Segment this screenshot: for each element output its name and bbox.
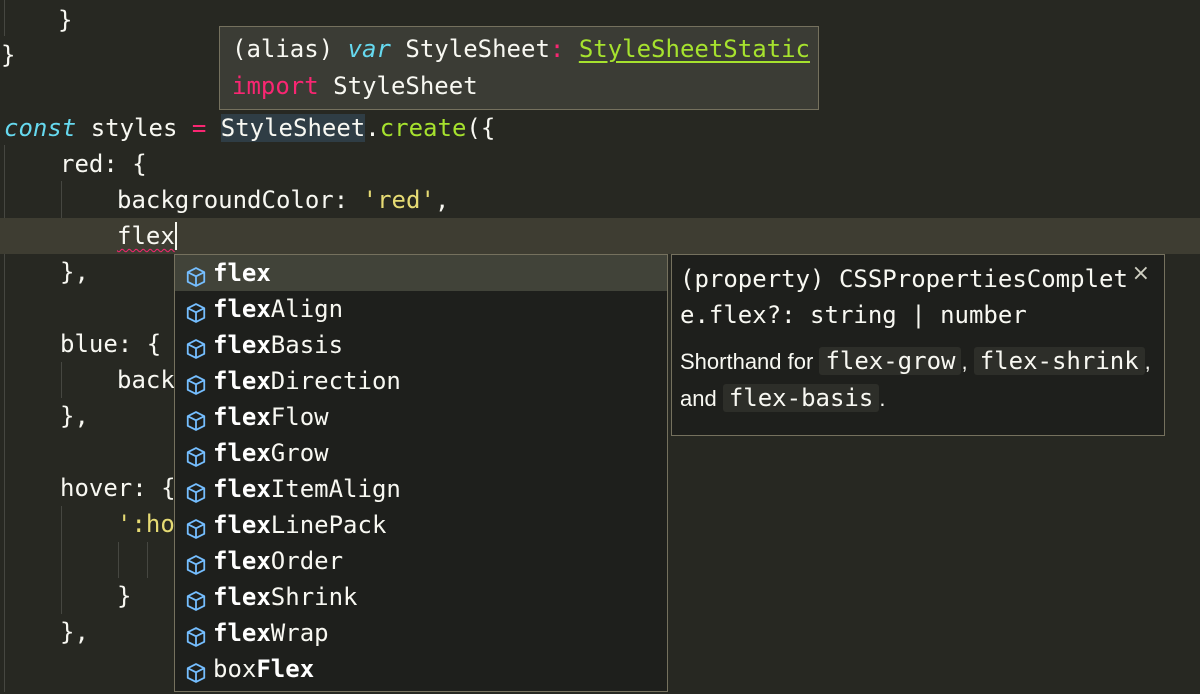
hovered-word[interactable]: StyleSheet <box>220 114 366 142</box>
text-cursor <box>174 222 177 250</box>
code-line: back <box>117 366 175 394</box>
suggestion-item[interactable]: flex Flow <box>175 399 667 435</box>
suggestion-match: flex <box>213 331 271 359</box>
suggestion-item[interactable]: flex LinePack <box>175 507 667 543</box>
suggestion-match: Flex <box>256 655 315 683</box>
close-icon[interactable]: × <box>1132 261 1150 286</box>
keyword-token: const <box>4 114 77 142</box>
code-line: red: { <box>60 150 147 178</box>
cube-icon <box>185 658 207 683</box>
code-line: }, <box>60 258 89 286</box>
suggestion-rest: Direction <box>270 367 401 395</box>
suggestion-item[interactable]: flex <box>175 255 667 291</box>
suggestion-match: flex <box>213 547 271 575</box>
code-line: const styles = StyleSheet.create({ <box>4 114 496 142</box>
suggestion-rest: LinePack <box>270 511 387 539</box>
code-line: } <box>58 6 73 34</box>
suggestion-item[interactable]: flex Shrink <box>175 579 667 615</box>
cube-icon <box>185 334 207 359</box>
suggestion-match: flex <box>213 439 271 467</box>
indent-guide <box>61 362 62 398</box>
cube-icon <box>185 478 207 503</box>
suggestion-prefix: box <box>213 655 257 683</box>
cube-icon <box>185 442 207 467</box>
suggestion-match: flex <box>213 367 271 395</box>
suggestion-details: (property) CSSPropertiesComplete.flex?: … <box>671 254 1165 436</box>
suggestion-match: flex <box>213 583 271 611</box>
suggestion-rest: Flow <box>270 403 329 431</box>
cube-icon <box>185 550 207 575</box>
current-line[interactable]: flex <box>0 218 1200 254</box>
cube-icon <box>185 406 207 431</box>
suggestion-match: flex <box>213 295 271 323</box>
suggestion-rest: ItemAlign <box>270 475 401 503</box>
suggestion-item[interactable]: flex Basis <box>175 327 667 363</box>
code-line: } <box>1 41 16 69</box>
suggestion-rest: Order <box>270 547 344 575</box>
indent-guide <box>147 542 148 578</box>
indent-guide <box>4 0 5 36</box>
suggestion-rest: Wrap <box>270 619 329 647</box>
code-line: }, <box>60 402 89 430</box>
type-link[interactable]: StyleSheetStatic <box>579 35 810 63</box>
suggestion-match: flex <box>213 511 271 539</box>
suggestion-item[interactable]: flex Direction <box>175 363 667 399</box>
suggestion-item[interactable]: box Flex <box>175 651 667 687</box>
suggestion-match: flex <box>213 259 271 287</box>
suggestion-item[interactable]: flex Wrap <box>175 615 667 651</box>
cube-icon <box>185 586 207 611</box>
code-line: } <box>117 582 132 610</box>
suggestion-rest: Grow <box>270 439 329 467</box>
code-line: backgroundColor: 'red', <box>117 186 450 214</box>
code-line: hover: { <box>60 474 176 502</box>
cube-icon <box>185 262 207 287</box>
indent-guide <box>118 542 119 578</box>
hover-tooltip: (alias) var StyleSheet: StyleSheetStatic… <box>219 26 819 110</box>
suggestion-match: flex <box>213 619 271 647</box>
suggestion-list[interactable]: flex flex Align flex Basis flex Direction flex F… <box>174 254 668 692</box>
suggestion-item[interactable]: flex Order <box>175 543 667 579</box>
cube-icon <box>185 370 207 395</box>
suggestion-rest: Shrink <box>270 583 358 611</box>
code-line: ':ho <box>117 510 175 538</box>
suggestion-match: flex <box>213 475 271 503</box>
indent-guide <box>61 506 62 614</box>
typed-text: flex <box>117 222 175 250</box>
code-line: blue: { <box>60 330 162 358</box>
suggestion-match: flex <box>213 403 271 431</box>
cube-icon <box>185 622 207 647</box>
suggestion-item[interactable]: flex ItemAlign <box>175 471 667 507</box>
code-line: }, <box>60 618 89 646</box>
suggestion-rest: Basis <box>270 331 344 359</box>
property-signature: (property) CSSPropertiesComplete.flex?: … <box>680 265 1128 329</box>
suggestion-item[interactable]: flex Align <box>175 291 667 327</box>
cube-icon <box>185 298 207 323</box>
property-documentation: Shorthand for flex-grow, flex-shrink, an… <box>680 347 1151 412</box>
cube-icon <box>185 514 207 539</box>
suggestion-rest: Align <box>270 295 344 323</box>
suggestion-item[interactable]: flex Grow <box>175 435 667 471</box>
